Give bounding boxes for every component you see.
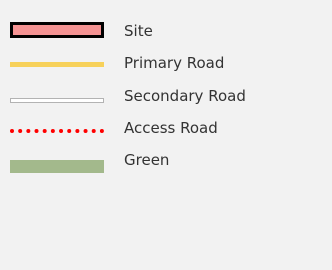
legend-item-green: Green xyxy=(0,145,332,177)
access-road-swatch-icon xyxy=(10,129,104,133)
legend-label-site: Site xyxy=(124,22,153,40)
legend-item-site: Site xyxy=(0,16,332,48)
primary-road-swatch-icon xyxy=(10,62,104,67)
legend-label-access-road: Access Road xyxy=(124,119,218,137)
green-swatch-icon xyxy=(10,160,104,173)
legend-item-access-road: Access Road xyxy=(0,113,332,145)
legend-item-primary-road: Primary Road xyxy=(0,48,332,80)
legend-item-secondary-road: Secondary Road xyxy=(0,81,332,113)
legend-label-primary-road: Primary Road xyxy=(124,54,225,72)
legend-label-green: Green xyxy=(124,151,170,169)
site-swatch-icon xyxy=(10,22,104,38)
secondary-road-swatch-icon xyxy=(10,98,104,103)
legend-label-secondary-road: Secondary Road xyxy=(124,87,246,105)
map-legend: Site Primary Road Secondary Road Access … xyxy=(0,0,332,270)
